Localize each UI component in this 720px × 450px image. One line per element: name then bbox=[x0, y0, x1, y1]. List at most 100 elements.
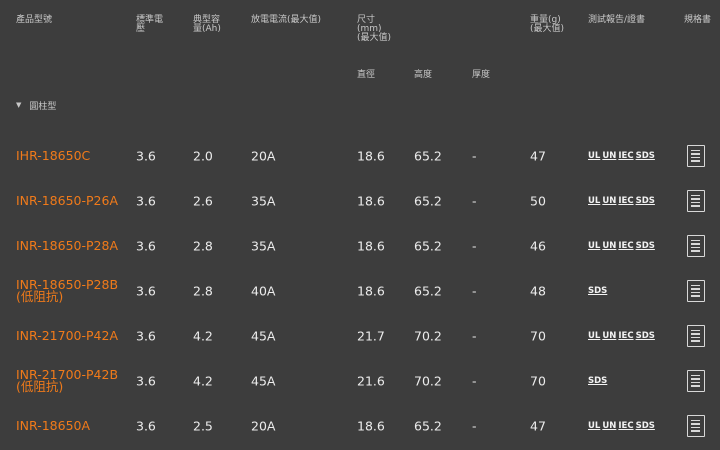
cert-link-ul[interactable]: UL bbox=[588, 331, 600, 341]
header-voltage-line2: 壓 bbox=[136, 24, 146, 34]
cell-weight: 50 bbox=[530, 193, 546, 208]
cert-link-iec[interactable]: IEC bbox=[618, 151, 633, 161]
cert-links: SDS bbox=[588, 376, 607, 386]
cell-thickness: - bbox=[472, 193, 477, 208]
model-link[interactable]: IHR-18650C bbox=[16, 147, 91, 163]
header-model: 產品型號 bbox=[16, 15, 53, 25]
cert-link-ul[interactable]: UL bbox=[588, 151, 600, 161]
cert-links: UL UN IEC SDS bbox=[588, 196, 655, 206]
cell-current: 40A bbox=[251, 283, 276, 298]
document-icon[interactable] bbox=[687, 189, 705, 212]
cert-link-un[interactable]: UN bbox=[602, 151, 616, 161]
cell-voltage: 3.6 bbox=[136, 373, 156, 388]
table-row: INR-21700-P42B (低阻抗) 3.6 4.2 45A 21.6 70.2 - 70 S… bbox=[0, 358, 720, 403]
model-note: (低阻抗) bbox=[16, 288, 64, 304]
cell-diameter: 18.6 bbox=[357, 148, 385, 163]
cert-links: UL UN IEC SDS bbox=[588, 331, 655, 341]
cell-weight: 70 bbox=[530, 373, 546, 388]
cell-current: 45A bbox=[251, 373, 276, 388]
model-name: INR-18650-P26A bbox=[16, 192, 118, 208]
document-icon[interactable] bbox=[687, 144, 705, 167]
cert-link-sds[interactable]: SDS bbox=[588, 376, 607, 386]
cert-link-sds[interactable]: SDS bbox=[636, 331, 655, 341]
cell-capacity: 2.8 bbox=[193, 283, 213, 298]
cert-links: SDS bbox=[588, 286, 607, 296]
cert-link-un[interactable]: UN bbox=[602, 196, 616, 206]
cert-links: UL UN IEC SDS bbox=[588, 421, 655, 431]
cell-voltage: 3.6 bbox=[136, 283, 156, 298]
cert-link-ul[interactable]: UL bbox=[588, 421, 600, 431]
cell-diameter: 18.6 bbox=[357, 283, 385, 298]
model-link[interactable]: INR-18650A bbox=[16, 417, 91, 433]
document-icon[interactable] bbox=[687, 234, 705, 257]
table-row: INR-18650-P28B (低阻抗) 3.6 2.8 40A 18.6 65.2 - 48 S… bbox=[0, 268, 720, 313]
model-name: INR-18650A bbox=[16, 417, 91, 433]
model-name: IHR-18650C bbox=[16, 147, 91, 163]
cert-links: UL UN IEC SDS bbox=[588, 241, 655, 251]
cert-link-iec[interactable]: IEC bbox=[618, 196, 633, 206]
cert-link-un[interactable]: UN bbox=[602, 421, 616, 431]
cell-capacity: 4.2 bbox=[193, 328, 213, 343]
model-link[interactable]: INR-18650-P28A bbox=[16, 237, 118, 253]
cell-height: 70.2 bbox=[414, 328, 442, 343]
cell-diameter: 18.6 bbox=[357, 238, 385, 253]
header-size: 尺寸 (mm) (最大值) bbox=[357, 16, 391, 43]
cell-voltage: 3.6 bbox=[136, 193, 156, 208]
model-link[interactable]: INR-18650-P26A bbox=[16, 192, 118, 208]
cert-link-un[interactable]: UN bbox=[602, 241, 616, 251]
model-name: INR-21700-P42A bbox=[16, 327, 118, 343]
cert-links: UL UN IEC SDS bbox=[588, 151, 655, 161]
cell-thickness: - bbox=[472, 373, 477, 388]
cell-weight: 47 bbox=[530, 418, 546, 433]
group-toggle-cylindrical[interactable]: ▼ 圓柱型 bbox=[16, 99, 56, 112]
table-row: INR-18650A 3.6 2.5 20A 18.6 65.2 - 47 UL UN IEC SDS bbox=[0, 403, 720, 448]
cell-height: 65.2 bbox=[414, 148, 442, 163]
triangle-down-icon: ▼ bbox=[16, 101, 22, 109]
cell-height: 65.2 bbox=[414, 283, 442, 298]
cert-link-sds[interactable]: SDS bbox=[636, 151, 655, 161]
header-size-line3: (最大值) bbox=[357, 33, 392, 43]
document-icon[interactable] bbox=[687, 369, 705, 392]
header-weight-line2: (最大值) bbox=[530, 24, 565, 34]
cell-weight: 46 bbox=[530, 238, 546, 253]
cell-weight: 70 bbox=[530, 328, 546, 343]
cell-capacity: 2.6 bbox=[193, 193, 213, 208]
header-spec: 規格書 bbox=[684, 15, 712, 25]
table-row: IHR-18650C 3.6 2.0 20A 18.6 65.2 - 47 UL UN IEC SDS bbox=[0, 133, 720, 178]
cert-link-sds[interactable]: SDS bbox=[636, 241, 655, 251]
document-icon[interactable] bbox=[687, 324, 705, 347]
cell-height: 65.2 bbox=[414, 418, 442, 433]
cell-weight: 48 bbox=[530, 283, 546, 298]
cert-link-ul[interactable]: UL bbox=[588, 241, 600, 251]
cell-height: 65.2 bbox=[414, 193, 442, 208]
document-icon[interactable] bbox=[687, 414, 705, 437]
cell-thickness: - bbox=[472, 418, 477, 433]
cert-link-iec[interactable]: IEC bbox=[618, 241, 633, 251]
cell-diameter: 21.7 bbox=[357, 328, 385, 343]
cell-thickness: - bbox=[472, 238, 477, 253]
cert-link-iec[interactable]: IEC bbox=[618, 421, 633, 431]
model-note: (低阻抗) bbox=[16, 378, 64, 394]
subheader-diameter: 直徑 bbox=[357, 70, 376, 80]
subheader-height: 高度 bbox=[414, 70, 433, 80]
table-row: INR-18650-P26A 3.6 2.6 35A 18.6 65.2 - 50 UL UN IE… bbox=[0, 178, 720, 223]
model-link[interactable]: INR-21700-P42B (低阻抗) bbox=[16, 368, 118, 394]
cert-link-sds[interactable]: SDS bbox=[636, 196, 655, 206]
group-label: 圓柱型 bbox=[29, 102, 57, 112]
cert-link-un[interactable]: UN bbox=[602, 331, 616, 341]
cert-link-iec[interactable]: IEC bbox=[618, 331, 633, 341]
cell-current: 20A bbox=[251, 148, 276, 163]
table-row: INR-21700-P42A 3.6 4.2 45A 21.7 70.2 - 70 UL UN IE… bbox=[0, 313, 720, 358]
cell-weight: 47 bbox=[530, 148, 546, 163]
model-link[interactable]: INR-18650-P28B (低阻抗) bbox=[16, 278, 118, 304]
model-link[interactable]: INR-21700-P42A bbox=[16, 327, 118, 343]
document-icon[interactable] bbox=[687, 279, 705, 302]
cell-capacity: 2.8 bbox=[193, 238, 213, 253]
cell-thickness: - bbox=[472, 148, 477, 163]
cell-height: 65.2 bbox=[414, 238, 442, 253]
cert-link-sds[interactable]: SDS bbox=[636, 421, 655, 431]
cert-link-ul[interactable]: UL bbox=[588, 196, 600, 206]
cert-link-sds[interactable]: SDS bbox=[588, 286, 607, 296]
header-voltage: 標準電 壓 bbox=[136, 16, 163, 34]
model-name: INR-18650-P28A bbox=[16, 237, 118, 253]
